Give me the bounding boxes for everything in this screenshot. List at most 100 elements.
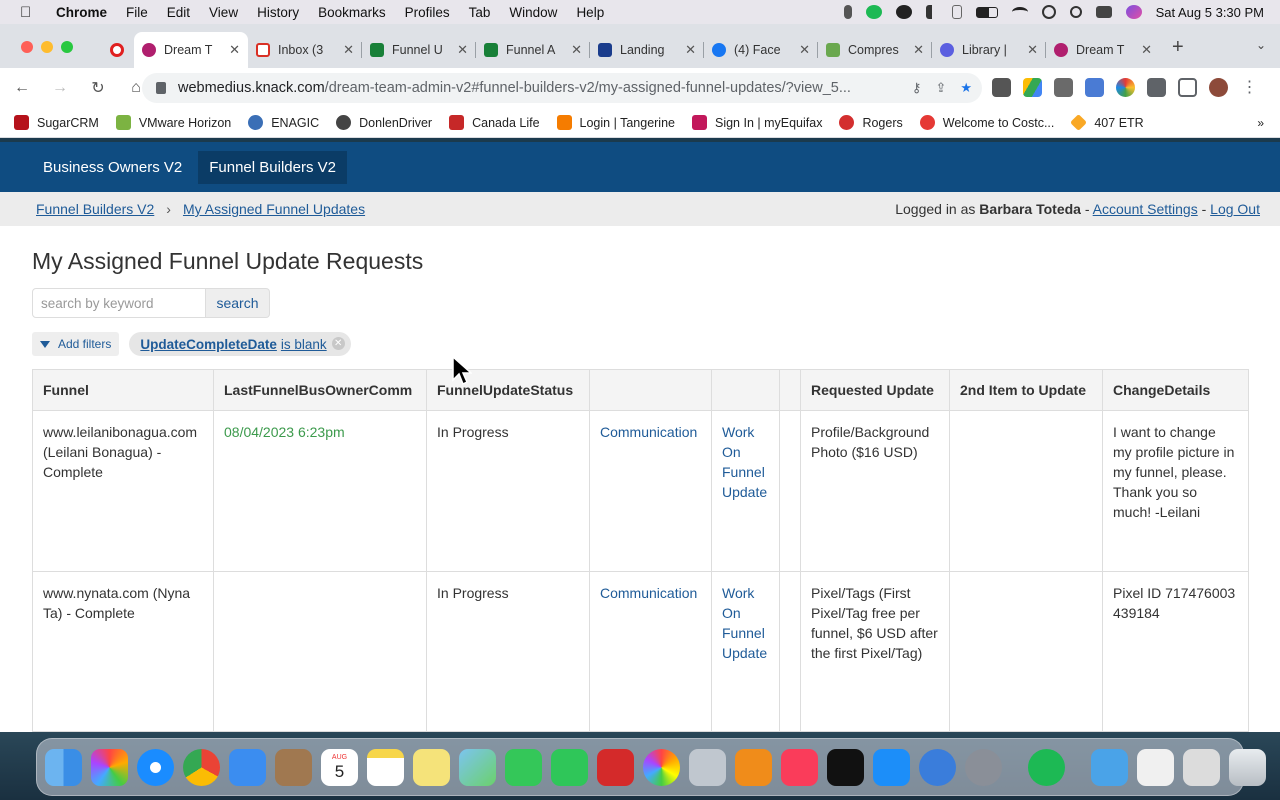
menu-view[interactable]: View bbox=[209, 5, 238, 20]
spotify-status-icon[interactable] bbox=[865, 5, 882, 19]
add-filters-button[interactable]: Add filters bbox=[32, 332, 120, 356]
bluetooth-icon[interactable] bbox=[951, 5, 962, 19]
communication-link[interactable]: Communication bbox=[600, 585, 697, 601]
column-header[interactable]: Requested Update bbox=[800, 369, 950, 411]
breadcrumb-funnel-builders[interactable]: Funnel Builders V2 bbox=[36, 201, 154, 217]
recent-window-icon[interactable] bbox=[1183, 748, 1220, 786]
time-machine-icon[interactable] bbox=[1041, 5, 1056, 19]
music-icon[interactable] bbox=[781, 748, 818, 786]
column-header[interactable]: FunnelUpdateStatus bbox=[426, 369, 590, 411]
tab-landing[interactable]: Landing ✕ bbox=[590, 32, 704, 68]
tab-inbox[interactable]: Inbox (3 ✕ bbox=[248, 32, 362, 68]
bookmark-myequifax[interactable]: Sign In | myEquifax bbox=[691, 115, 822, 130]
books-icon[interactable] bbox=[735, 748, 772, 786]
menu-window[interactable]: Window bbox=[509, 5, 557, 20]
reload-icon[interactable]: ↻ bbox=[82, 78, 114, 98]
close-tab-icon[interactable]: ✕ bbox=[1141, 42, 1152, 58]
bookmark-tangerine[interactable]: Login | Tangerine bbox=[556, 115, 675, 130]
new-tab-icon[interactable]: + bbox=[1172, 36, 1184, 59]
bookmark-407-etr[interactable]: 407 ETR bbox=[1070, 114, 1144, 131]
tab-search-chevron-icon[interactable]: ⌄ bbox=[1256, 38, 1266, 52]
spotlight-search-icon[interactable] bbox=[1069, 6, 1082, 18]
wifi-icon[interactable] bbox=[1011, 7, 1028, 17]
close-tab-icon[interactable]: ✕ bbox=[913, 42, 924, 58]
battery-icon[interactable] bbox=[975, 6, 998, 18]
stickies-icon[interactable] bbox=[413, 748, 450, 786]
menu-bookmarks[interactable]: Bookmarks bbox=[318, 5, 386, 20]
column-header[interactable]: ChangeDetails bbox=[1102, 369, 1249, 411]
close-tab-icon[interactable]: ✕ bbox=[1027, 42, 1038, 58]
back-arrow-icon[interactable]: ← bbox=[6, 79, 38, 97]
apple-icon[interactable]:  bbox=[20, 4, 40, 21]
close-tab-icon[interactable]: ✕ bbox=[799, 42, 810, 58]
photos-icon[interactable] bbox=[643, 748, 680, 786]
account-settings-link[interactable]: Account Settings bbox=[1093, 201, 1198, 217]
recording-indicator[interactable] bbox=[100, 32, 134, 68]
maps-icon[interactable] bbox=[459, 748, 496, 786]
bookmark-donlendriver[interactable]: DonlenDriver bbox=[336, 115, 432, 130]
close-tab-icon[interactable]: ✕ bbox=[343, 42, 354, 58]
close-tab-icon[interactable]: ✕ bbox=[229, 42, 240, 58]
chrome-icon[interactable] bbox=[183, 748, 220, 786]
volume-icon[interactable] bbox=[925, 5, 938, 19]
menu-tab[interactable]: Tab bbox=[469, 5, 491, 20]
tab-dream-team-2[interactable]: Dream T ✕ bbox=[1046, 32, 1160, 68]
address-bar[interactable]: webmedius.knack.com/dream-team-admin-v2#… bbox=[142, 73, 982, 103]
menu-clock[interactable]: Sat Aug 5 3:30 PM bbox=[1156, 5, 1264, 20]
arc-browser-icon[interactable] bbox=[919, 748, 956, 786]
system-settings-icon[interactable] bbox=[965, 748, 1002, 786]
bookmark-costco[interactable]: Welcome to Costc... bbox=[919, 115, 1054, 130]
contacts-icon[interactable] bbox=[275, 748, 312, 786]
zoom-window-icon[interactable] bbox=[61, 41, 73, 53]
url-text[interactable]: webmedius.knack.com/dream-team-admin-v2#… bbox=[178, 80, 912, 96]
apple-tv-icon[interactable] bbox=[827, 748, 864, 786]
menu-edit[interactable]: Edit bbox=[167, 5, 190, 20]
menu-file[interactable]: File bbox=[126, 5, 148, 20]
finder-icon[interactable] bbox=[45, 748, 82, 786]
bookmark-enagic[interactable]: ENAGIC bbox=[248, 115, 319, 130]
remove-filter-icon[interactable]: ✕ bbox=[331, 337, 345, 350]
share-icon[interactable]: ⇪ bbox=[935, 80, 946, 96]
search-input[interactable] bbox=[32, 288, 206, 318]
menu-profiles[interactable]: Profiles bbox=[405, 5, 450, 20]
more-menu-icon[interactable]: ⋮ bbox=[1240, 78, 1259, 97]
column-header[interactable]: Funnel bbox=[32, 369, 214, 411]
downloads-folder-icon[interactable] bbox=[1091, 748, 1128, 786]
screen-extension-icon[interactable] bbox=[1085, 78, 1104, 97]
bookmark-canada-life[interactable]: Canada Life bbox=[449, 115, 540, 130]
nav-funnel-builders-v2[interactable]: Funnel Builders V2 bbox=[198, 150, 347, 184]
app-store-icon[interactable] bbox=[873, 748, 910, 786]
active-filter-chip[interactable]: UpdateCompleteDate is blank ✕ bbox=[129, 332, 351, 356]
close-window-icon[interactable] bbox=[21, 41, 33, 53]
bookmark-sugarcrm[interactable]: SugarCRM bbox=[14, 115, 99, 130]
close-tab-icon[interactable]: ✕ bbox=[457, 42, 468, 58]
calendar-icon[interactable]: AUG 5 bbox=[321, 748, 358, 786]
quicktime-icon[interactable] bbox=[689, 748, 726, 786]
menu-app-name[interactable]: Chrome bbox=[56, 5, 107, 20]
google-drive-icon[interactable] bbox=[1023, 78, 1042, 97]
puzzle-piece-icon[interactable] bbox=[1147, 78, 1166, 97]
bookmark-rogers[interactable]: Rogers bbox=[839, 115, 903, 130]
photo-booth-icon[interactable] bbox=[597, 748, 634, 786]
menu-help[interactable]: Help bbox=[576, 5, 604, 20]
close-tab-icon[interactable]: ✕ bbox=[685, 42, 696, 58]
column-header[interactable]: 2nd Item to Update bbox=[949, 369, 1103, 411]
trash-icon[interactable] bbox=[1229, 748, 1266, 786]
column-header[interactable]: LastFunnelBusOwnerComm bbox=[213, 369, 427, 411]
profile-avatar[interactable] bbox=[1209, 78, 1228, 97]
tab-dream-team-1[interactable]: Dream T ✕ bbox=[134, 32, 248, 68]
communication-link[interactable]: Communication bbox=[600, 424, 697, 440]
document-stack-icon[interactable] bbox=[1137, 748, 1174, 786]
tab-facebook[interactable]: (4) Face ✕ bbox=[704, 32, 818, 68]
facetime-icon[interactable] bbox=[551, 748, 588, 786]
side-panel-icon[interactable] bbox=[1178, 78, 1197, 97]
work-on-funnel-update-link[interactable]: Work On Funnel Update bbox=[722, 424, 767, 500]
tab-library[interactable]: Library | ✕ bbox=[932, 32, 1046, 68]
nav-business-owners-v2[interactable]: Business Owners V2 bbox=[32, 151, 193, 184]
launchpad-icon[interactable] bbox=[91, 748, 128, 786]
mail-icon[interactable] bbox=[229, 748, 266, 786]
extension-icon[interactable] bbox=[992, 78, 1011, 97]
bookmark-star-icon[interactable]: ★ bbox=[960, 80, 972, 96]
breadcrumb-my-assigned-updates[interactable]: My Assigned Funnel Updates bbox=[183, 201, 365, 217]
tab-funnel-a[interactable]: Funnel A ✕ bbox=[476, 32, 590, 68]
